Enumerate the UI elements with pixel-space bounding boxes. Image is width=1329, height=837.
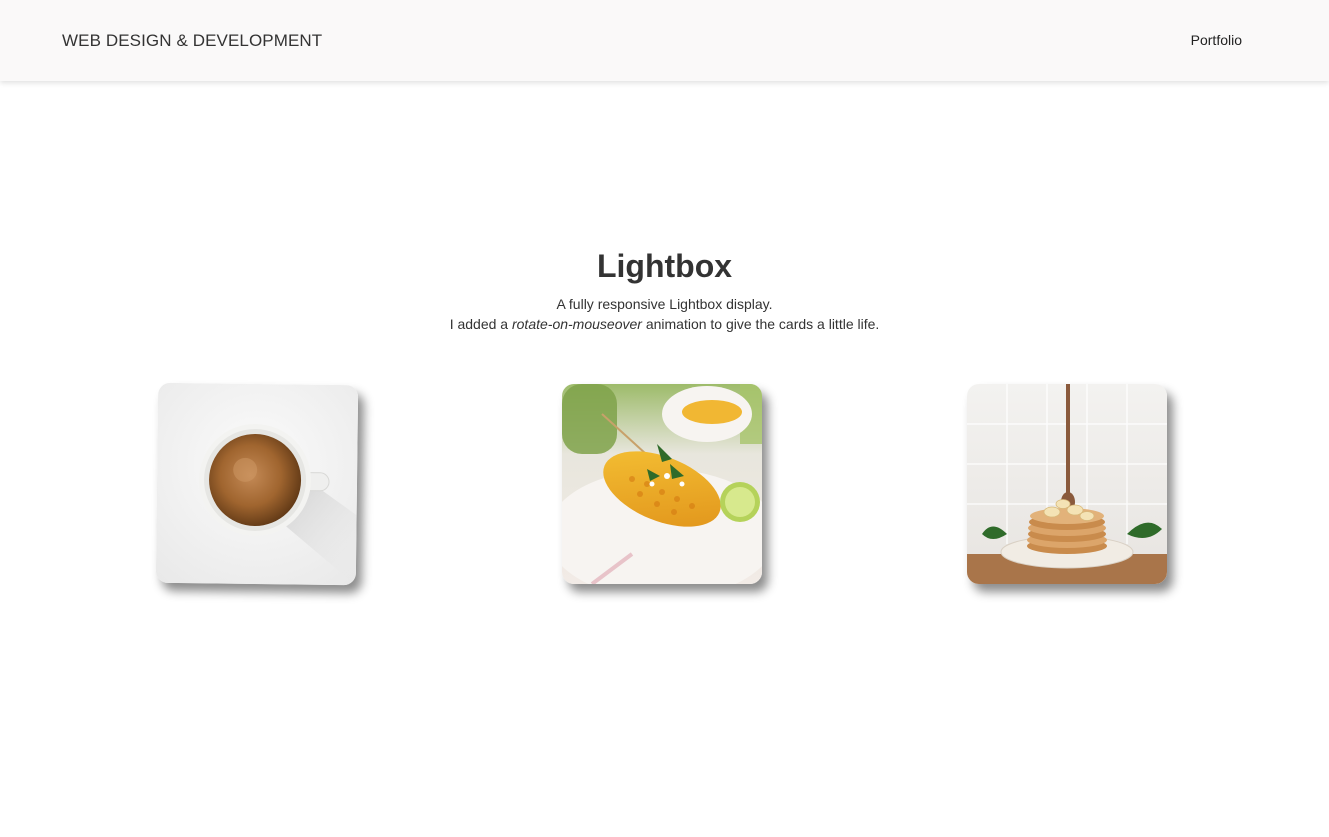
gallery-card-coffee[interactable] [155,382,359,586]
gallery-card-pancakes[interactable] [967,384,1167,584]
page-title: Lightbox [596,248,733,284]
navbar: WEB DESIGN & DEVELOPMENT Portfolio [0,0,1329,81]
hero-description-line-1: A fully responsive Lightbox display. [556,296,773,312]
description-text-pre: I added a [449,316,512,332]
pancake-stack-photo [967,384,1167,584]
hero-description-line-2: I added a rotate-on-mouseover animation … [0,314,1329,334]
grilled-corn-photo [562,384,762,584]
description-text-post: animation to give the cards a little lif… [641,316,880,332]
description-emphasis: rotate-on-mouseover [511,316,642,332]
gallery-card-corn[interactable] [562,384,762,584]
nav-link-portfolio[interactable]: Portfolio [1191,32,1242,48]
brand-link[interactable]: WEB DESIGN & DEVELOPMENT [62,31,322,51]
hero-section: Lightbox A fully responsive Lightbox dis… [0,246,1329,334]
coffee-cup-photo [155,382,359,586]
